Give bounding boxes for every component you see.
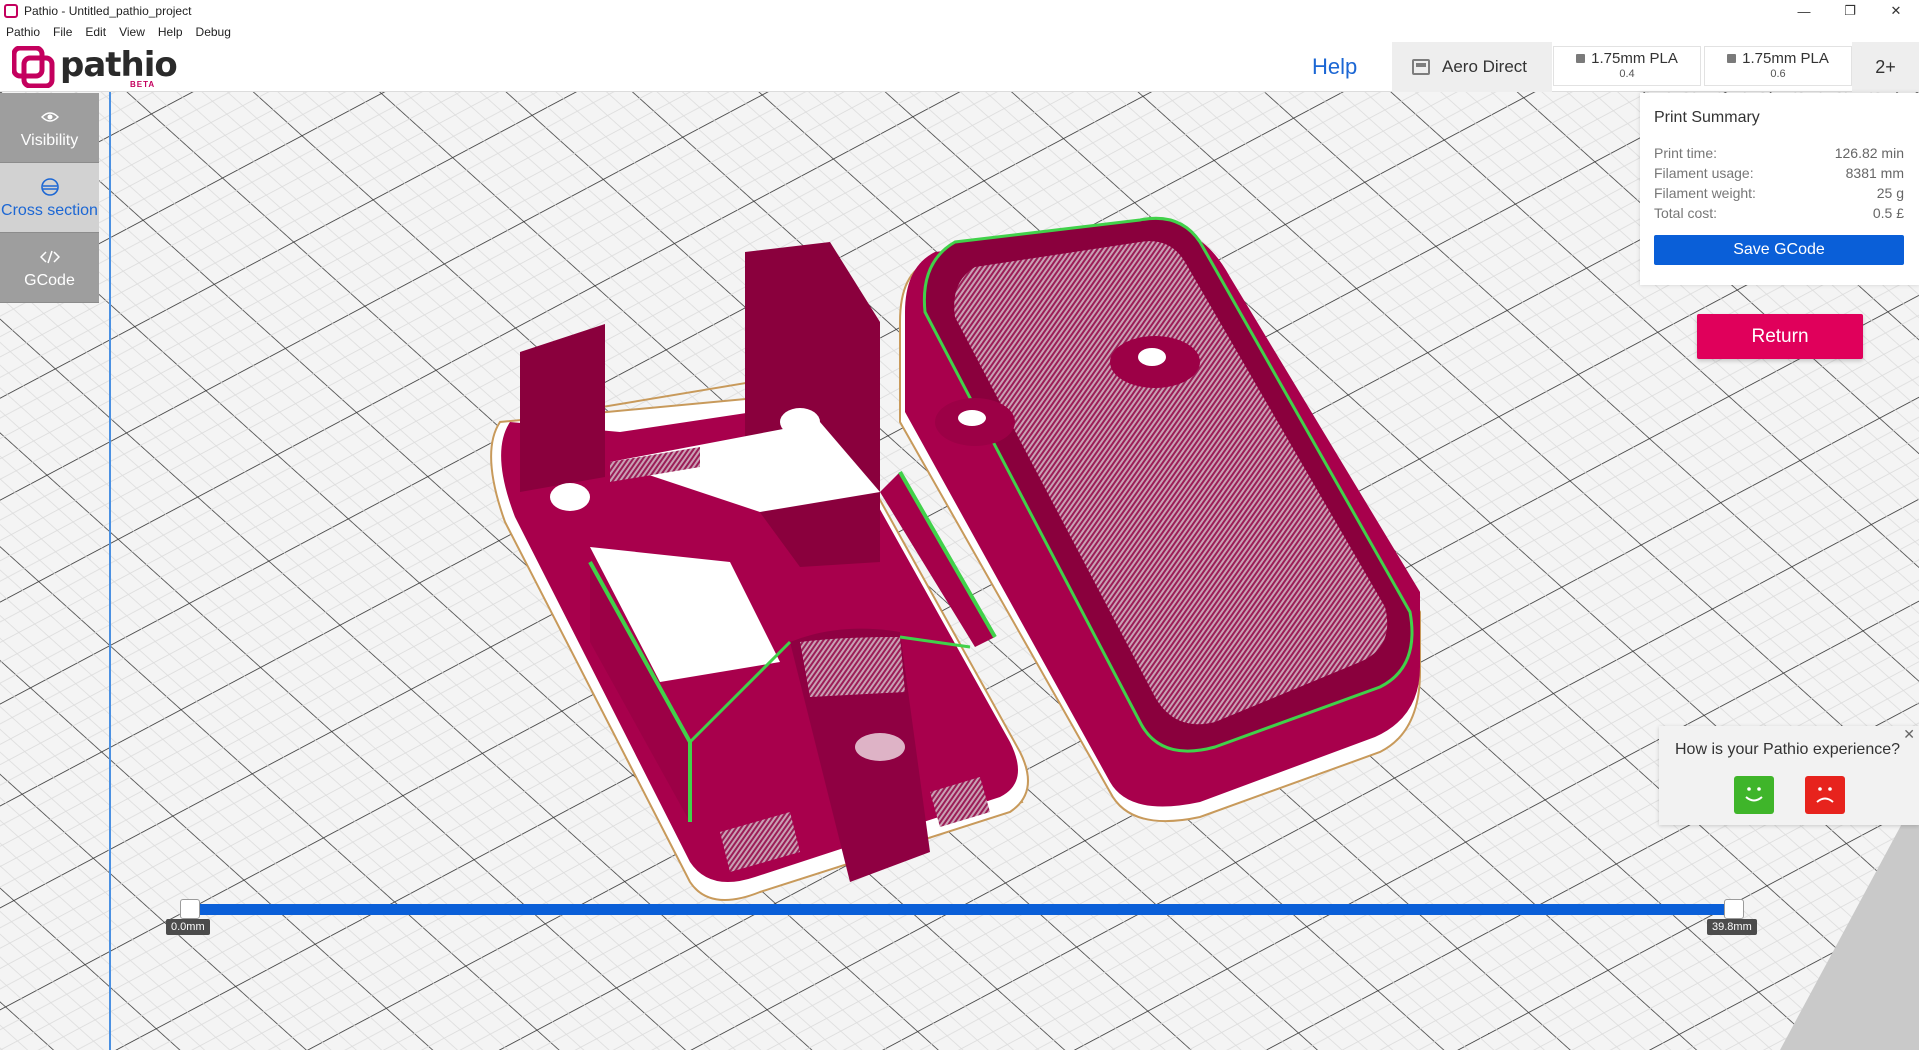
- printer-selector[interactable]: Aero Direct: [1392, 42, 1552, 92]
- pathio-app-icon: [4, 4, 18, 18]
- print-summary-title: Print Summary: [1654, 109, 1760, 126]
- extruder-1-material: 1.75mm PLA: [1591, 50, 1678, 67]
- save-gcode-button[interactable]: Save GCode: [1654, 235, 1904, 265]
- menu-edit[interactable]: Edit: [79, 25, 113, 39]
- code-icon: [39, 250, 60, 263]
- summary-row-filament-usage: Filament usage: 8381 mm: [1654, 165, 1904, 181]
- feedback-close-icon[interactable]: ✕: [1903, 726, 1915, 743]
- restore-button[interactable]: ❐: [1827, 0, 1873, 22]
- smile-icon: [1745, 787, 1763, 802]
- extruder-1-selector[interactable]: 1.75mm PLA 0.4: [1553, 46, 1701, 86]
- beta-badge: BETA: [130, 80, 156, 89]
- layer-slider-track[interactable]: [189, 904, 1734, 915]
- printer-name: Aero Direct: [1442, 57, 1528, 76]
- tool-panel: Visibility Cross section GCode: [0, 93, 99, 303]
- help-link[interactable]: Help: [1312, 54, 1357, 80]
- filament-swatch-icon: [1576, 54, 1586, 63]
- summary-row-filament-weight: Filament weight: 25 g: [1654, 185, 1904, 201]
- menu-bar: Pathio File Edit View Help Debug: [0, 22, 1919, 42]
- gcode-tool-label: GCode: [24, 271, 75, 289]
- layer-slider-min-label: 0.0mm: [166, 919, 210, 935]
- menu-pathio[interactable]: Pathio: [0, 25, 47, 39]
- window-controls: — ❐ ✕: [1781, 0, 1919, 22]
- pathio-logo-icon: [12, 46, 55, 88]
- extruder-2-material: 1.75mm PLA: [1742, 50, 1829, 67]
- extruder-2-selector[interactable]: 1.75mm PLA 0.6: [1704, 46, 1852, 86]
- window-title: Pathio - Untitled_pathio_project: [24, 4, 192, 18]
- eye-icon: [40, 111, 59, 122]
- visibility-tool[interactable]: Visibility: [0, 93, 99, 163]
- menu-debug[interactable]: Debug: [190, 25, 238, 39]
- printer-icon: [1412, 59, 1430, 75]
- more-extruders-button[interactable]: 2+: [1852, 42, 1919, 92]
- menu-view[interactable]: View: [113, 25, 152, 39]
- cross-section-icon: [40, 177, 59, 196]
- app-header: pathio BETA Help Aero Direct 1.75mm PLA …: [0, 42, 1919, 92]
- layer-slider-max-handle[interactable]: [1724, 899, 1744, 919]
- extruder-1-nozzle: 0.4: [1619, 68, 1635, 80]
- layer-slider-max-label: 39.8mm: [1707, 919, 1757, 935]
- menu-help[interactable]: Help: [152, 25, 190, 39]
- extruder-2-nozzle: 0.6: [1770, 68, 1786, 80]
- layer-slider-min-handle[interactable]: [180, 899, 200, 919]
- filament-swatch-icon: [1727, 54, 1737, 63]
- happy-face-button[interactable]: [1734, 776, 1774, 814]
- print-summary-panel: Print Summary Print time: 126.82 min Fil…: [1640, 93, 1919, 285]
- summary-row-total-cost: Total cost: 0.5 £: [1654, 205, 1904, 221]
- return-button[interactable]: Return: [1697, 314, 1863, 359]
- gcode-tool[interactable]: GCode: [0, 233, 99, 303]
- window-titlebar: Pathio - Untitled_pathio_project — ❐ ✕: [0, 0, 1919, 22]
- logo-text: pathio: [60, 45, 178, 85]
- feedback-panel: How is your Pathio experience? ✕: [1659, 726, 1919, 825]
- summary-row-print-time: Print time: 126.82 min: [1654, 145, 1904, 161]
- frown-icon: [1816, 787, 1834, 803]
- visibility-tool-label: Visibility: [20, 131, 79, 149]
- cross-section-tool-label: Cross section: [1, 201, 98, 219]
- close-button[interactable]: ✕: [1873, 0, 1919, 22]
- menu-file[interactable]: File: [47, 25, 79, 39]
- minimize-button[interactable]: —: [1781, 0, 1827, 22]
- feedback-question: How is your Pathio experience?: [1675, 741, 1901, 758]
- viewport-axis-line: [109, 92, 111, 1050]
- sad-face-button[interactable]: [1805, 776, 1845, 814]
- cross-section-tool[interactable]: Cross section: [0, 163, 99, 233]
